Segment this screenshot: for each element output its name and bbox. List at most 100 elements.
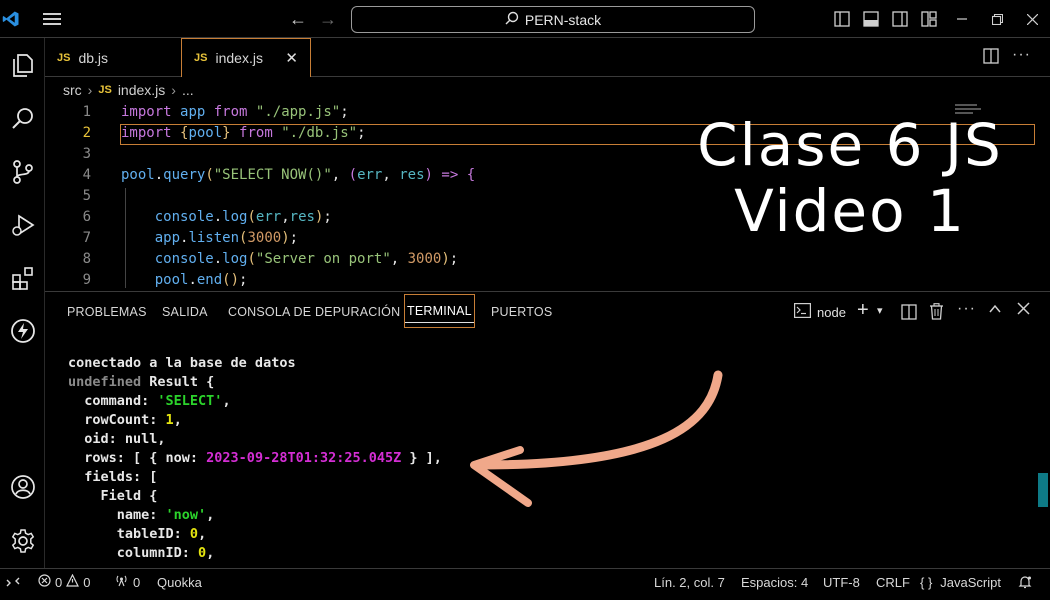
braces-icon: { } [920, 574, 933, 590]
code-line: console.log(err,res); [154, 209, 332, 225]
close-tab-icon[interactable]: ✕ [285, 49, 298, 67]
terminal-line: rowCount: 1, [68, 412, 182, 428]
cursor-position[interactable]: Lín. 2, col. 7 [654, 569, 725, 595]
toggle-panel-icon[interactable] [859, 0, 883, 38]
video-title-overlay: Clase 6 JS Video 1 [690, 112, 1010, 244]
restore-icon[interactable] [985, 0, 1009, 38]
shell-name: node [817, 304, 846, 320]
error-icon [38, 574, 51, 590]
extensions-icon[interactable] [0, 255, 45, 301]
source-control-icon[interactable] [0, 149, 45, 195]
menu-icon[interactable] [36, 0, 68, 38]
line-number: 8 [82, 251, 91, 267]
error-count: 0 [55, 574, 63, 590]
overlay-line2: Video 1 [734, 177, 966, 245]
terminal-shell-selector[interactable]: node [794, 303, 846, 321]
panel-more-icon[interactable]: ··· [957, 300, 976, 318]
forward-arrow-icon[interactable]: → [316, 0, 340, 38]
terminal-icon [794, 303, 812, 321]
js-file-icon: JS [194, 52, 208, 64]
terminal-line: columnID: 0, [68, 545, 215, 561]
quokka-lightning-icon[interactable] [0, 308, 45, 354]
run-debug-icon[interactable] [0, 202, 45, 248]
terminal-line: command: 'SELECT', [68, 393, 231, 409]
eol-status[interactable]: CRLF [876, 569, 910, 595]
line-number: 3 [82, 146, 91, 162]
line-number: 4 [82, 167, 91, 183]
new-terminal-plus-icon[interactable]: + [857, 299, 869, 322]
line-number: 5 [82, 188, 91, 204]
status-bar: 0 0 0 Quokka Lín. 2, col. 7 Espacios: 4 … [0, 568, 1050, 594]
breadcrumb-file[interactable]: index.js [118, 82, 165, 98]
command-center-search[interactable]: PERN-stack [351, 6, 755, 33]
toggle-primary-sidebar-icon[interactable] [830, 0, 854, 38]
terminal-scrollbar-thumb[interactable] [1038, 473, 1048, 507]
editor-tabs: JS db.js JS index.js ✕ ··· [45, 38, 1050, 77]
broadcast-icon [114, 574, 129, 590]
terminal-line: undefined Result { [68, 374, 215, 390]
ports-count: 0 [133, 574, 141, 590]
maximize-panel-chevron-up-icon[interactable] [988, 302, 1002, 321]
remote-indicator-icon[interactable] [6, 569, 20, 595]
quokka-status[interactable]: Quokka [157, 569, 202, 595]
toggle-secondary-sidebar-icon[interactable] [888, 0, 912, 38]
close-panel-icon[interactable] [1017, 302, 1030, 320]
close-window-icon[interactable] [1020, 0, 1044, 38]
more-actions-icon[interactable]: ··· [1012, 46, 1031, 64]
tab-ports[interactable]: PUERTOS [491, 292, 552, 332]
account-icon[interactable] [0, 464, 45, 510]
code-line: app.listen(3000); [154, 230, 299, 246]
breadcrumb: src › JS index.js › ... [45, 77, 1050, 102]
code-line: console.log("Server on port", 3000); [154, 251, 459, 267]
minimize-icon[interactable] [950, 0, 974, 38]
title-bar: ← → PERN-stack [0, 0, 1050, 38]
terminal-line: name: 'now', [68, 507, 215, 523]
breadcrumb-folder[interactable]: src [63, 82, 82, 98]
terminal-line: conectado a la base de datos [68, 355, 296, 371]
terminal-line: fields: [ [68, 469, 158, 485]
tab-db-js[interactable]: JS db.js [45, 38, 178, 77]
encoding-status[interactable]: UTF-8 [823, 569, 860, 595]
warning-count: 0 [83, 574, 91, 590]
tab-output[interactable]: SALIDA [162, 292, 208, 332]
tab-index-js[interactable]: JS index.js ✕ [181, 38, 311, 77]
split-editor-icon[interactable] [983, 48, 999, 69]
code-line: pool.query("SELECT NOW()", (err, res) =>… [121, 167, 476, 183]
tab-label: index.js [215, 50, 263, 66]
settings-gear-icon[interactable] [0, 518, 45, 564]
panel-header: PROBLEMAS SALIDA CONSOLA DE DEPURACIÓN T… [45, 291, 1050, 353]
back-arrow-icon[interactable]: ← [286, 0, 310, 38]
tab-label: db.js [78, 49, 109, 66]
language-mode[interactable]: { } JavaScript [920, 569, 1001, 595]
search-text: PERN-stack [524, 11, 602, 28]
terminal-line: Field { [68, 488, 158, 504]
annotation-arrow-icon [470, 370, 723, 507]
search-icon [505, 11, 519, 28]
terminal-line: rows: [ { now: 2023-09-28T01:32:25.045Z … [68, 450, 442, 466]
chevron-down-icon[interactable]: ▾ [877, 304, 883, 317]
indentation-status[interactable]: Espacios: 4 [741, 569, 808, 595]
breadcrumb-more[interactable]: ... [182, 82, 194, 98]
terminal-line: tableID: 0, [68, 526, 207, 542]
line-number: 7 [82, 230, 91, 246]
explorer-icon[interactable] [0, 42, 45, 88]
js-file-icon: JS [98, 83, 112, 96]
tab-terminal[interactable]: TERMINAL [404, 294, 475, 328]
trash-icon[interactable] [929, 303, 944, 325]
customize-layout-icon[interactable] [917, 0, 941, 38]
problems-status[interactable]: 0 0 [38, 569, 90, 595]
warning-icon [66, 573, 80, 590]
split-terminal-icon[interactable] [901, 304, 917, 325]
tab-debug-console[interactable]: CONSOLA DE DEPURACIÓN [228, 292, 400, 332]
code-line: import app from "./app.js"; [121, 104, 349, 120]
search-view-icon[interactable] [0, 96, 45, 142]
notifications-bell-icon[interactable] [1018, 569, 1032, 595]
js-file-icon: JS [57, 51, 71, 64]
activity-bar [0, 38, 45, 568]
language-label: JavaScript [940, 574, 1001, 590]
terminal-line: oid: null, [68, 431, 166, 447]
code-line: import {pool} from "./db.js"; [121, 125, 366, 141]
line-number: 2 [82, 125, 91, 141]
ports-status[interactable]: 0 [114, 569, 140, 595]
tab-problems[interactable]: PROBLEMAS [67, 292, 147, 332]
